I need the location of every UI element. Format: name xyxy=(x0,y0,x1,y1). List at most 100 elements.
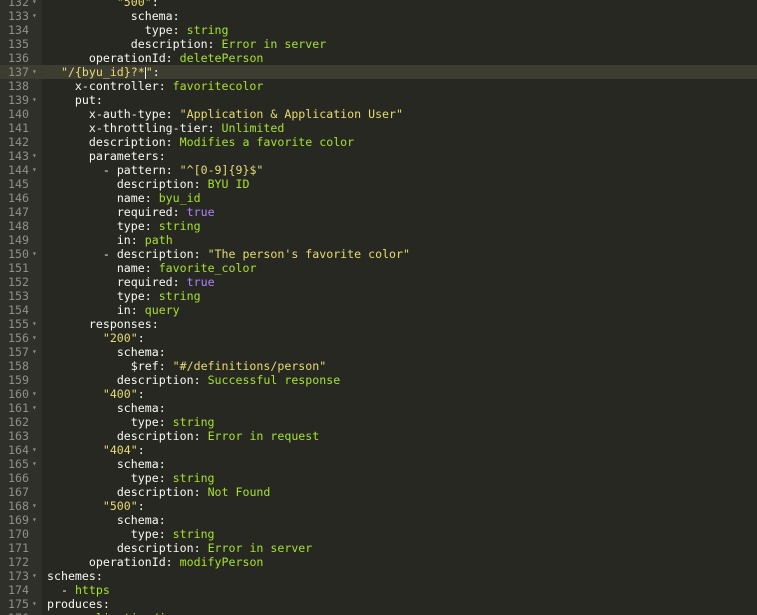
value-token: modifyPerson xyxy=(179,555,264,569)
punctuation-token: : xyxy=(158,415,173,429)
code-line-132[interactable]: 132 ▾ "500": xyxy=(0,0,757,9)
code-line-154[interactable]: 154 in: query xyxy=(0,303,757,317)
line-number: 147 xyxy=(8,205,29,219)
fold-toggle-icon[interactable]: ▾ xyxy=(32,93,41,107)
code-line-148[interactable]: 148 type: string xyxy=(0,219,757,233)
code-line-164[interactable]: 164 ▾ "404": xyxy=(0,443,757,457)
punctuation-token: : xyxy=(158,149,166,163)
fold-toggle-icon[interactable]: ▾ xyxy=(32,569,41,583)
code-line-134[interactable]: 134 type: string xyxy=(0,23,757,37)
fold-toggle-icon[interactable]: ▾ xyxy=(32,443,41,457)
fold-toggle-icon[interactable]: ▾ xyxy=(32,65,41,79)
line-number: 157 xyxy=(8,345,29,359)
code-line-155[interactable]: 155 ▾ responses: xyxy=(0,317,757,331)
fold-toggle-icon[interactable]: ▾ xyxy=(32,163,41,177)
value-token: string xyxy=(172,471,215,485)
code-line-140[interactable]: 140 x-auth-type: "Application & Applicat… xyxy=(0,107,757,121)
code-line-167[interactable]: 167 description: Not Found xyxy=(0,485,757,499)
value-token: query xyxy=(144,303,180,317)
fold-toggle-icon[interactable]: ▾ xyxy=(32,345,41,359)
line-number: 167 xyxy=(8,485,29,499)
key-token: x-auth-type xyxy=(88,107,166,121)
code-line-136[interactable]: 136 operationId: deletePerson xyxy=(0,51,757,65)
code-line-149[interactable]: 149 in: path xyxy=(0,233,757,247)
fold-toggle-icon[interactable]: ▾ xyxy=(32,597,41,611)
code-line-158[interactable]: 158 $ref: "#/definitions/person" xyxy=(0,359,757,373)
code-line-162[interactable]: 162 type: string xyxy=(0,415,757,429)
punctuation-token: : xyxy=(172,205,187,219)
punctuation-token: : xyxy=(130,303,145,317)
code-line-144[interactable]: 144 ▾ - pattern: "^[0-9]{9}$" xyxy=(0,163,757,177)
code-line-161[interactable]: 161 ▾ schema: xyxy=(0,401,757,415)
code-line-166[interactable]: 166 type: string xyxy=(0,471,757,485)
punctuation-token: : xyxy=(144,261,159,275)
code-line-135[interactable]: 135 description: Error in server xyxy=(0,37,757,51)
code-line-175[interactable]: 175 ▾ produces: xyxy=(0,597,757,611)
value-token: string xyxy=(172,527,215,541)
code-text: "200": xyxy=(47,331,145,345)
punctuation-token: : xyxy=(137,387,145,401)
code-line-165[interactable]: 165 ▾ schema: xyxy=(0,457,757,471)
code-line-173[interactable]: 173 ▾ schemes: xyxy=(0,569,757,583)
fold-toggle-icon[interactable]: ▾ xyxy=(32,499,41,513)
line-number: 143 xyxy=(8,149,29,163)
punctuation-token: : xyxy=(165,51,180,65)
code-line-142[interactable]: 142 description: Modifies a favorite col… xyxy=(0,135,757,149)
code-line-156[interactable]: 156 ▾ "200": xyxy=(0,331,757,345)
code-editor[interactable]: 132 ▾ "500": 133 ▾ schema: 134 type: string 1… xyxy=(0,0,757,615)
value-token: Error in server xyxy=(221,37,327,51)
key-token: schema xyxy=(130,9,173,23)
line-number: 148 xyxy=(8,219,29,233)
fold-toggle-icon[interactable]: ▾ xyxy=(32,317,41,331)
code-line-146[interactable]: 146 name: byu_id xyxy=(0,191,757,205)
fold-toggle-icon[interactable]: ▾ xyxy=(32,0,41,9)
fold-toggle-icon[interactable]: ▾ xyxy=(32,513,41,527)
fold-toggle-icon[interactable]: ▾ xyxy=(32,9,41,23)
string-token: "500" xyxy=(102,499,138,513)
code-line-170[interactable]: 170 type: string xyxy=(0,527,757,541)
code-line-160[interactable]: 160 ▾ "400": xyxy=(0,387,757,401)
code-line-152[interactable]: 152 required: true xyxy=(0,275,757,289)
line-number: 171 xyxy=(8,541,29,555)
code-lines[interactable]: 132 ▾ "500": 133 ▾ schema: 134 type: string 1… xyxy=(0,0,757,615)
fold-toggle-icon[interactable]: ▾ xyxy=(32,457,41,471)
code-text: description: Error in server xyxy=(47,37,326,51)
key-token: schema xyxy=(116,457,159,471)
code-line-145[interactable]: 145 description: BYU ID xyxy=(0,177,757,191)
code-line-169[interactable]: 169 ▾ schema: xyxy=(0,513,757,527)
punctuation-token: - xyxy=(61,611,75,615)
fold-toggle-icon[interactable]: ▾ xyxy=(32,401,41,415)
fold-toggle-icon[interactable]: ▾ xyxy=(32,331,41,345)
code-text: produces: xyxy=(47,597,110,611)
line-number: 162 xyxy=(8,415,29,429)
fold-toggle-icon[interactable]: ▾ xyxy=(32,149,41,163)
code-line-168[interactable]: 168 ▾ "500": xyxy=(0,499,757,513)
code-line-141[interactable]: 141 x-throttling-tier: Unlimited xyxy=(0,121,757,135)
code-line-159[interactable]: 159 description: Successful response xyxy=(0,373,757,387)
code-text: name: byu_id xyxy=(47,191,201,205)
code-line-137[interactable]: 137 ▾ "/{byu_id}?*": xyxy=(0,65,757,79)
code-line-138[interactable]: 138 x-controller: favoritecolor xyxy=(0,79,757,93)
code-text: "/{byu_id}?*": xyxy=(47,65,160,79)
code-line-143[interactable]: 143 ▾ parameters: xyxy=(0,149,757,163)
code-line-147[interactable]: 147 required: true xyxy=(0,205,757,219)
key-token: type xyxy=(116,219,145,233)
key-token: required xyxy=(116,205,173,219)
fold-toggle-icon[interactable]: ▾ xyxy=(32,247,41,261)
code-line-163[interactable]: 163 description: Error in request xyxy=(0,429,757,443)
code-line-150[interactable]: 150 ▾ - description: "The person's favori… xyxy=(0,247,757,261)
code-line-153[interactable]: 153 type: string xyxy=(0,289,757,303)
fold-toggle-icon[interactable]: ▾ xyxy=(32,387,41,401)
code-line-133[interactable]: 133 ▾ schema: xyxy=(0,9,757,23)
code-line-172[interactable]: 172 operationId: modifyPerson xyxy=(0,555,757,569)
code-line-139[interactable]: 139 ▾ put: xyxy=(0,93,757,107)
code-line-176[interactable]: 176 - application/json xyxy=(0,611,757,615)
code-line-157[interactable]: 157 ▾ schema: xyxy=(0,345,757,359)
code-line-174[interactable]: 174 - https xyxy=(0,583,757,597)
key-token: schema xyxy=(116,401,159,415)
code-line-151[interactable]: 151 name: favorite_color xyxy=(0,261,757,275)
code-line-171[interactable]: 171 description: Error in server xyxy=(0,541,757,555)
